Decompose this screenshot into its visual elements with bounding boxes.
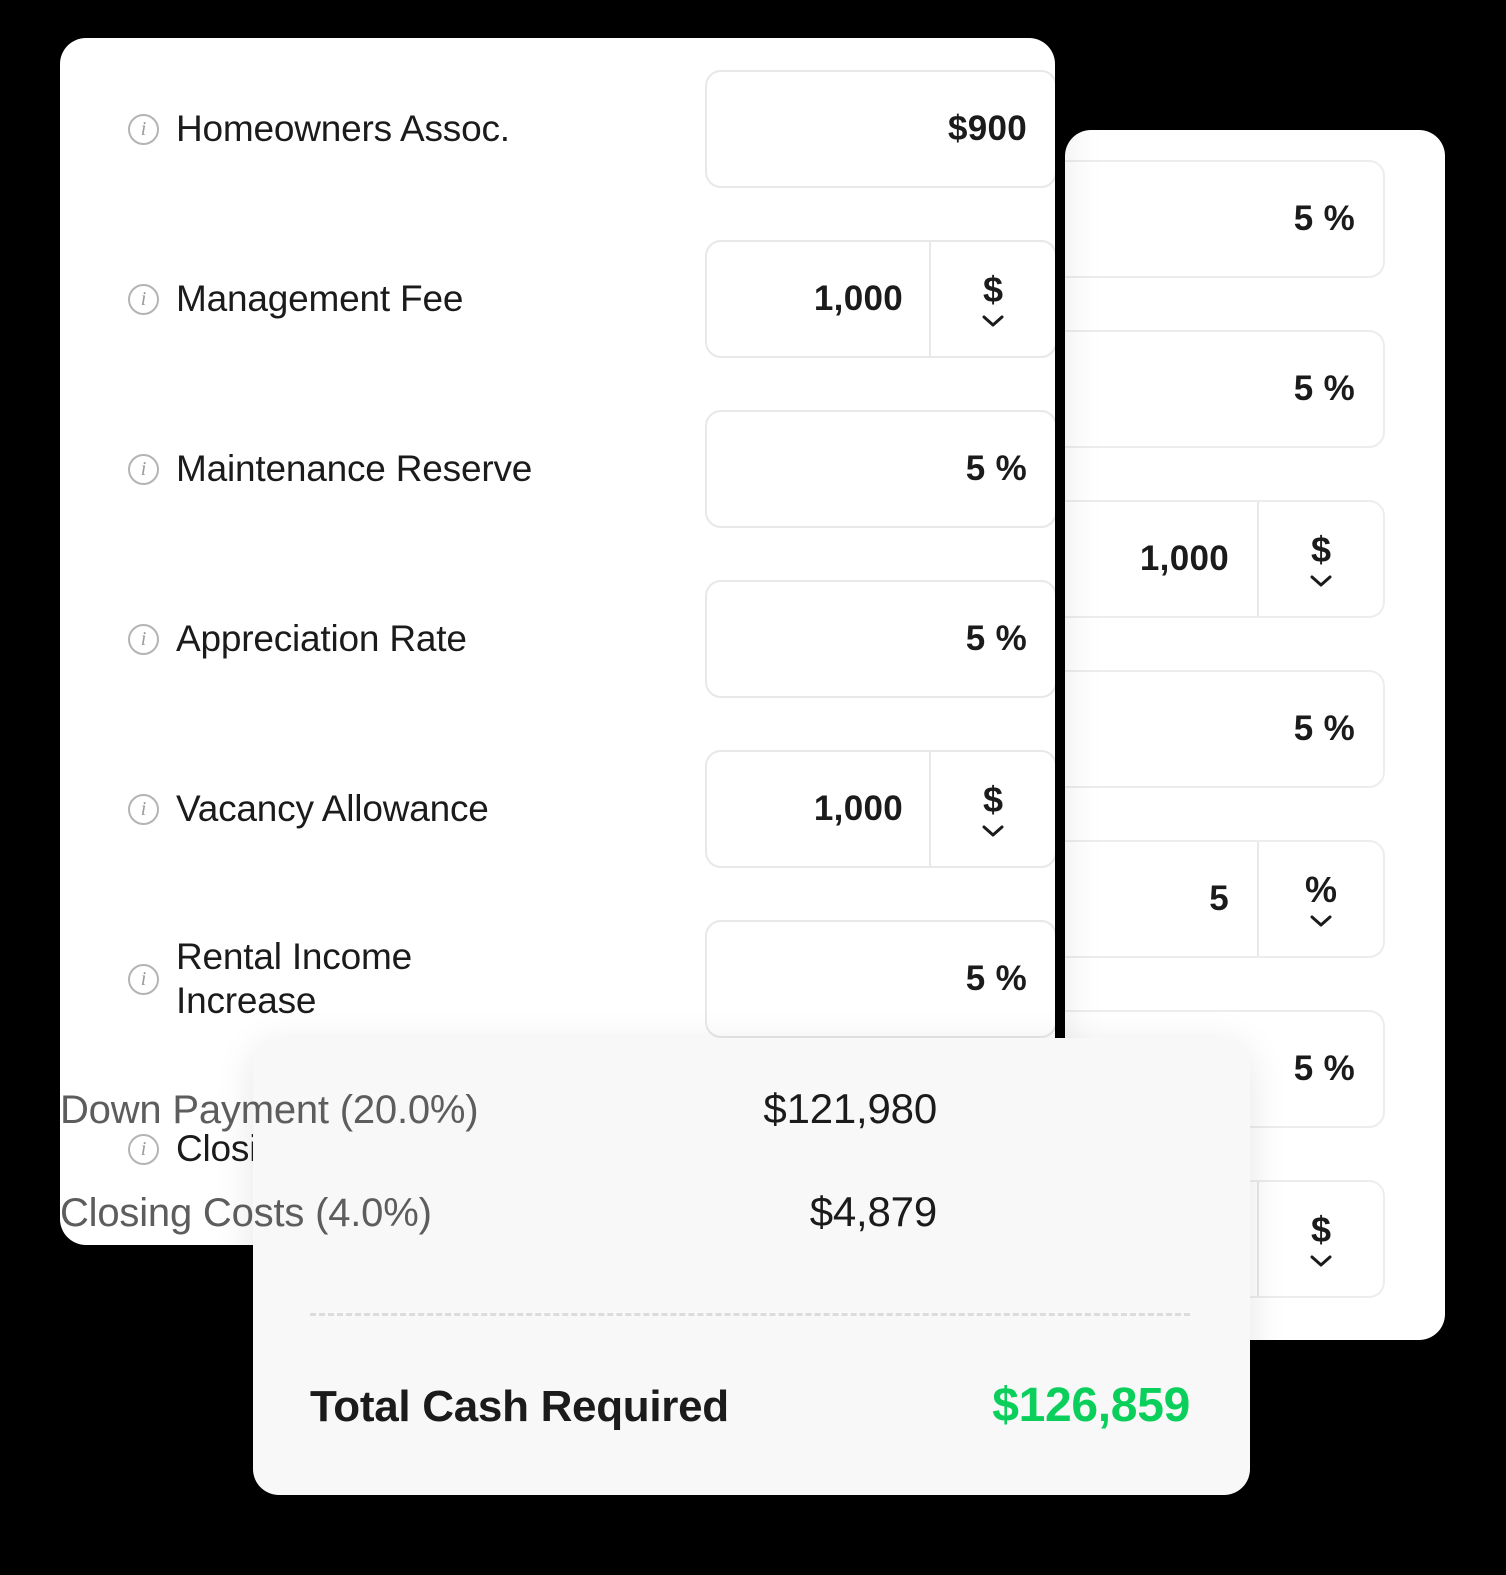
back-field-value[interactable]: 5 % — [1065, 672, 1383, 786]
field-label-group: i Maintenance Reserve — [128, 384, 532, 554]
field-label-group: i Homeowners Assoc. — [128, 44, 510, 214]
back-field-value[interactable]: 5 % — [1065, 162, 1383, 276]
management-fee-input[interactable]: 1,000 $ — [705, 240, 1055, 358]
field-row-management-fee: i Management Fee 1,000 $ — [60, 214, 1055, 384]
field-label: Homeowners Assoc. — [176, 107, 510, 149]
summary-line-closing-costs: Closing Costs (4.0%) $4,879 — [60, 1188, 937, 1236]
currency-symbol: $ — [1310, 528, 1332, 570]
info-circle-icon[interactable]: i — [128, 623, 159, 655]
back-field-row-1[interactable]: 5 % — [1065, 160, 1385, 278]
chevron-down-icon — [1310, 575, 1332, 587]
chevron-down-icon — [1310, 915, 1332, 927]
back-field-row-4[interactable]: 5 % — [1065, 670, 1385, 788]
field-value[interactable]: 5 % — [707, 922, 1055, 1036]
summary-line-down-payment: Down Payment (20.0%) $121,980 — [60, 1085, 937, 1133]
summary-label: Closing Costs (4.0%) — [60, 1191, 432, 1235]
info-circle-icon[interactable]: i — [128, 1133, 159, 1165]
maintenance-reserve-input[interactable]: 5 % — [705, 410, 1055, 528]
back-field-value[interactable]: 5 — [1065, 842, 1257, 956]
field-label: Rental Income Increase — [176, 935, 412, 1021]
summary-value: $121,980 — [763, 1085, 937, 1132]
vacancy-allowance-input[interactable]: 1,000 $ — [705, 750, 1055, 868]
field-label-group: i Appreciation Rate — [128, 554, 467, 724]
unit-dropdown[interactable]: $ — [929, 242, 1055, 356]
currency-symbol: $ — [1310, 1208, 1332, 1250]
summary-total-row: Total Cash Required $126,859 — [310, 1378, 1190, 1433]
appreciation-rate-input[interactable]: 5 % — [705, 580, 1055, 698]
back-field-row-5[interactable]: 5 % — [1065, 840, 1385, 958]
back-unit-dropdown[interactable]: $ — [1257, 502, 1383, 616]
info-circle-icon[interactable]: i — [128, 283, 159, 315]
chevron-down-icon — [982, 825, 1004, 837]
field-row-homeowners-assoc: i Homeowners Assoc. $900 — [60, 44, 1055, 214]
field-value[interactable]: 1,000 — [707, 242, 929, 356]
homeowners-assoc-input[interactable]: $900 — [705, 70, 1055, 188]
field-label-group: i Vacancy Allowance — [128, 724, 489, 894]
field-value[interactable]: 1,000 — [707, 752, 929, 866]
back-field-row-2[interactable]: 5 % — [1065, 330, 1385, 448]
field-row-maintenance-reserve: i Maintenance Reserve 5 % — [60, 384, 1055, 554]
total-cash-required-label: Total Cash Required — [310, 1382, 729, 1431]
info-circle-icon[interactable]: i — [128, 793, 159, 825]
back-field-value[interactable]: 1,000 — [1065, 502, 1257, 616]
field-label: Vacancy Allowance — [176, 787, 489, 829]
info-circle-icon[interactable]: i — [128, 113, 159, 145]
summary-value: $4,879 — [809, 1188, 937, 1235]
back-field-value[interactable]: 5 % — [1065, 332, 1383, 446]
field-label-group: i Management Fee — [128, 214, 463, 384]
field-label: Management Fee — [176, 277, 464, 319]
back-unit-dropdown[interactable]: % — [1257, 842, 1383, 956]
total-cash-required-value: $126,859 — [992, 1379, 1190, 1432]
field-label: Maintenance Reserve — [176, 447, 533, 489]
unit-dropdown[interactable]: $ — [929, 752, 1055, 866]
field-value[interactable]: 5 % — [707, 582, 1055, 696]
rental-income-increase-input[interactable]: 5 % — [705, 920, 1055, 1038]
field-row-appreciation-rate: i Appreciation Rate 5 % — [60, 554, 1055, 724]
currency-symbol: $ — [982, 268, 1004, 310]
chevron-down-icon — [1310, 1255, 1332, 1267]
field-value[interactable]: $900 — [707, 72, 1055, 186]
info-circle-icon[interactable]: i — [128, 963, 159, 995]
info-circle-icon[interactable]: i — [128, 453, 159, 485]
screenshot-stage: 5 % 5 % 1,000 $ 5 % 5 % 5 % $ i Homeowne… — [0, 0, 1506, 1575]
field-row-vacancy-allowance: i Vacancy Allowance 1,000 $ — [60, 724, 1055, 894]
summary-label: Down Payment (20.0%) — [60, 1088, 479, 1132]
back-unit-dropdown[interactable]: $ — [1257, 1182, 1383, 1296]
percent-symbol: % — [1304, 868, 1337, 910]
field-label: Appreciation Rate — [176, 617, 467, 659]
back-field-row-3[interactable]: 1,000 $ — [1065, 500, 1385, 618]
chevron-down-icon — [982, 315, 1004, 327]
currency-symbol: $ — [982, 778, 1004, 820]
summary-divider — [310, 1313, 1190, 1316]
field-value[interactable]: 5 % — [707, 412, 1055, 526]
